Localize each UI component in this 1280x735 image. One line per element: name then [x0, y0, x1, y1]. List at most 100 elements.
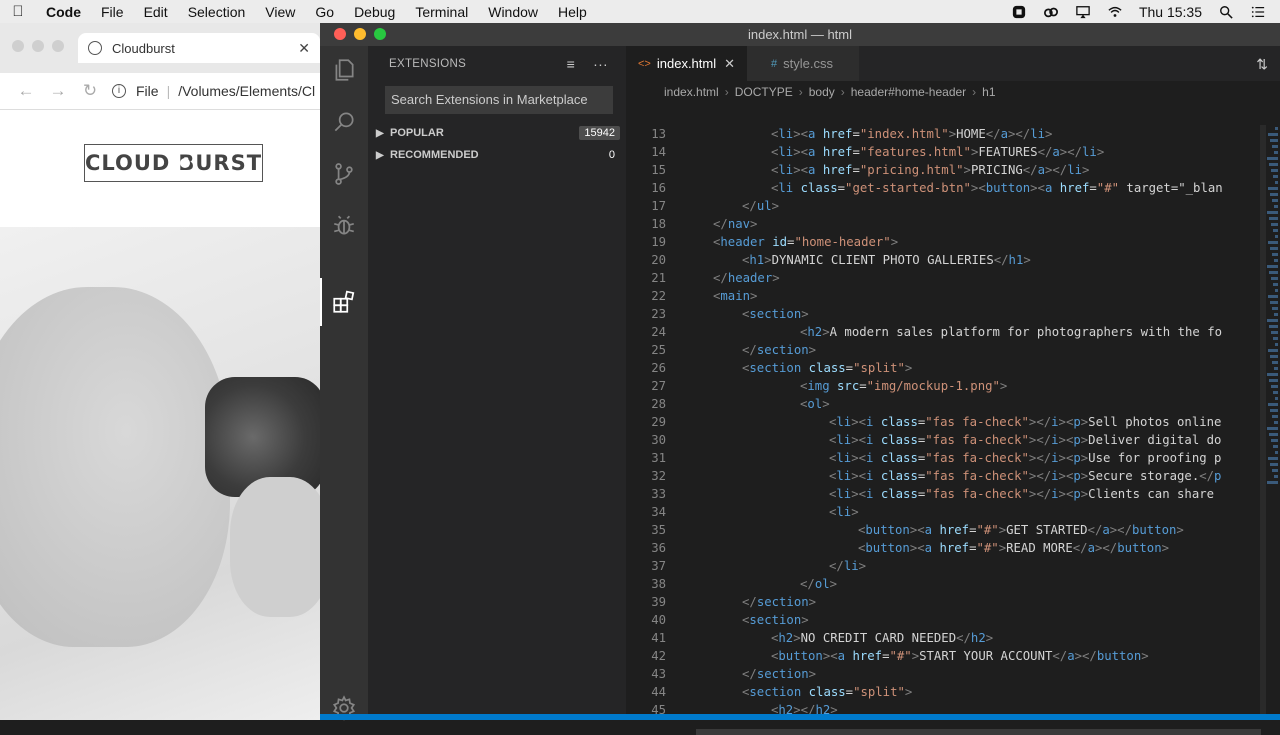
- address-bar[interactable]: i File | /Volumes/Elements/Cl: [112, 83, 315, 99]
- code-line[interactable]: 38 </ol>: [626, 575, 1266, 593]
- breadcrumb-item[interactable]: DOCTYPE: [735, 85, 793, 99]
- code-line[interactable]: 21 </header>: [626, 269, 1266, 287]
- code-line[interactable]: 40 <section>: [626, 611, 1266, 629]
- code-line[interactable]: 32 <li><i class="fas fa-check"></i><p>Sec…: [626, 467, 1266, 485]
- menu-app-name[interactable]: Code: [36, 4, 91, 20]
- minimap-line: [1268, 457, 1278, 460]
- code-line[interactable]: 31 <li><i class="fas fa-check"></i><p>Use…: [626, 449, 1266, 467]
- tab-style-css[interactable]: # style.css: [747, 46, 859, 81]
- browser-tab[interactable]: Cloudburst ✕: [78, 33, 320, 63]
- close-window-button[interactable]: [12, 40, 24, 52]
- code-line[interactable]: 14 <li><a href="features.html">FEATURES</…: [626, 143, 1266, 161]
- zoom-window-button[interactable]: [374, 28, 386, 40]
- code-line[interactable]: 22 <main>: [626, 287, 1266, 305]
- code-line[interactable]: 42 <button><a href="#">START YOUR ACCOUNT…: [626, 647, 1266, 665]
- record-icon[interactable]: [1011, 5, 1027, 19]
- code-line[interactable]: 33 <li><i class="fas fa-check"></i><p>Cli…: [626, 485, 1266, 503]
- code-line[interactable]: 26 <section class="split">: [626, 359, 1266, 377]
- menu-view[interactable]: View: [255, 4, 305, 20]
- breadcrumb-item[interactable]: header#home-header: [851, 85, 966, 99]
- reload-icon[interactable]: ↻: [74, 81, 106, 101]
- code-line[interactable]: 34 <li>: [626, 503, 1266, 521]
- code-line[interactable]: 18 </nav>: [626, 215, 1266, 233]
- forward-arrow-icon[interactable]: →: [42, 81, 74, 101]
- close-tab-icon[interactable]: ✕: [298, 40, 310, 57]
- menu-terminal[interactable]: Terminal: [405, 4, 478, 20]
- logo-text-right: BURST: [178, 151, 263, 175]
- split-editor-icon[interactable]: ⇅: [1256, 56, 1268, 73]
- minimap-line: [1271, 277, 1278, 280]
- browser-window: Cloudburst ✕ ← → ↻ i File | /Volumes/Ele…: [0, 23, 320, 720]
- extensions-icon[interactable]: [320, 278, 368, 326]
- code-line[interactable]: 41 <h2>NO CREDIT CARD NEEDED</h2>: [626, 629, 1266, 647]
- html-file-icon: <>: [638, 57, 651, 70]
- code-text: <main>: [713, 289, 758, 303]
- spotlight-search-icon[interactable]: [1218, 5, 1234, 19]
- info-icon[interactable]: i: [112, 84, 126, 98]
- code-editor[interactable]: 13 <li><a href="index.html">HOME</a></li>…: [626, 125, 1266, 720]
- line-number: 21: [651, 271, 666, 285]
- menu-help[interactable]: Help: [548, 4, 597, 20]
- minimap[interactable]: [1266, 125, 1280, 720]
- code-line[interactable]: 36 <button><a href="#">READ MORE</a></but…: [626, 539, 1266, 557]
- back-arrow-icon[interactable]: ←: [10, 81, 42, 101]
- menu-debug[interactable]: Debug: [344, 4, 405, 20]
- search-icon[interactable]: [320, 98, 368, 146]
- explorer-icon[interactable]: [320, 46, 368, 94]
- tab-index-html[interactable]: <> index.html ✕: [626, 46, 748, 81]
- code-line[interactable]: 43 </section>: [626, 665, 1266, 683]
- code-text: <button><a href="#">GET STARTED</a></but…: [858, 523, 1184, 537]
- minimize-window-button[interactable]: [32, 40, 44, 52]
- wifi-icon[interactable]: [1107, 5, 1123, 19]
- code-line[interactable]: 37 </li>: [626, 557, 1266, 575]
- source-control-icon[interactable]: [320, 150, 368, 198]
- code-line[interactable]: 23 <section>: [626, 305, 1266, 323]
- close-window-button[interactable]: [334, 28, 346, 40]
- menu-file[interactable]: File: [91, 4, 134, 20]
- apple-icon[interactable]: : [0, 3, 36, 20]
- menu-edit[interactable]: Edit: [134, 4, 178, 20]
- code-line[interactable]: 35 <button><a href="#">GET STARTED</a></b…: [626, 521, 1266, 539]
- code-line[interactable]: 44 <section class="split">: [626, 683, 1266, 701]
- breadcrumb-item[interactable]: index.html: [664, 85, 719, 99]
- menu-go[interactable]: Go: [305, 4, 344, 20]
- airplay-icon[interactable]: [1075, 5, 1091, 19]
- breadcrumb-item[interactable]: body: [809, 85, 835, 99]
- more-actions-icon[interactable]: ···: [593, 56, 608, 72]
- menu-window[interactable]: Window: [478, 4, 548, 20]
- notification-center-icon[interactable]: [1250, 5, 1266, 19]
- url-scheme: File: [136, 83, 159, 99]
- code-line[interactable]: 20 <h1>DYNAMIC CLIENT PHOTO GALLERIES</h1…: [626, 251, 1266, 269]
- settings-gear-icon[interactable]: [320, 684, 368, 732]
- horizontal-scrollbar[interactable]: [696, 729, 1261, 735]
- code-line[interactable]: 39 </section>: [626, 593, 1266, 611]
- cloudburst-logo[interactable]: CLOUD BURST: [84, 144, 263, 182]
- minimize-window-button[interactable]: [354, 28, 366, 40]
- code-line[interactable]: 13 <li><a href="index.html">HOME</a></li>: [626, 125, 1266, 143]
- section-recommended[interactable]: ▶ RECOMMENDED 0: [368, 144, 626, 166]
- code-line[interactable]: 24 <h2>A modern sales platform for photog…: [626, 323, 1266, 341]
- line-number: 37: [651, 559, 666, 573]
- code-line[interactable]: 19 <header id="home-header">: [626, 233, 1266, 251]
- line-number: 42: [651, 649, 666, 663]
- code-line[interactable]: 29 <li><i class="fas fa-check"></i><p>Sel…: [626, 413, 1266, 431]
- zoom-window-button[interactable]: [52, 40, 64, 52]
- menubar-clock[interactable]: Thu 15:35: [1139, 4, 1202, 20]
- extensions-search-input[interactable]: Search Extensions in Marketplace: [385, 86, 613, 114]
- minimap-line: [1270, 409, 1278, 412]
- clear-extensions-icon[interactable]: ≡: [567, 56, 575, 72]
- creative-cloud-icon[interactable]: [1043, 5, 1059, 19]
- code-line[interactable]: 30 <li><i class="fas fa-check"></i><p>Del…: [626, 431, 1266, 449]
- section-recommended-count: 0: [608, 149, 615, 161]
- code-line[interactable]: 17 </ul>: [626, 197, 1266, 215]
- code-line[interactable]: 28 <ol>: [626, 395, 1266, 413]
- close-tab-icon[interactable]: ✕: [724, 56, 735, 72]
- menu-selection[interactable]: Selection: [178, 4, 256, 20]
- code-line[interactable]: 25 </section>: [626, 341, 1266, 359]
- section-popular[interactable]: ▶ POPULAR 15942: [368, 122, 626, 144]
- code-line[interactable]: 16 <li class="get-started-btn"><button><a…: [626, 179, 1266, 197]
- debug-icon[interactable]: [320, 202, 368, 250]
- code-line[interactable]: 15 <li><a href="pricing.html">PRICING</a>…: [626, 161, 1266, 179]
- breadcrumb-item[interactable]: h1: [982, 85, 995, 99]
- code-line[interactable]: 27 <img src="img/mockup-1.png">: [626, 377, 1266, 395]
